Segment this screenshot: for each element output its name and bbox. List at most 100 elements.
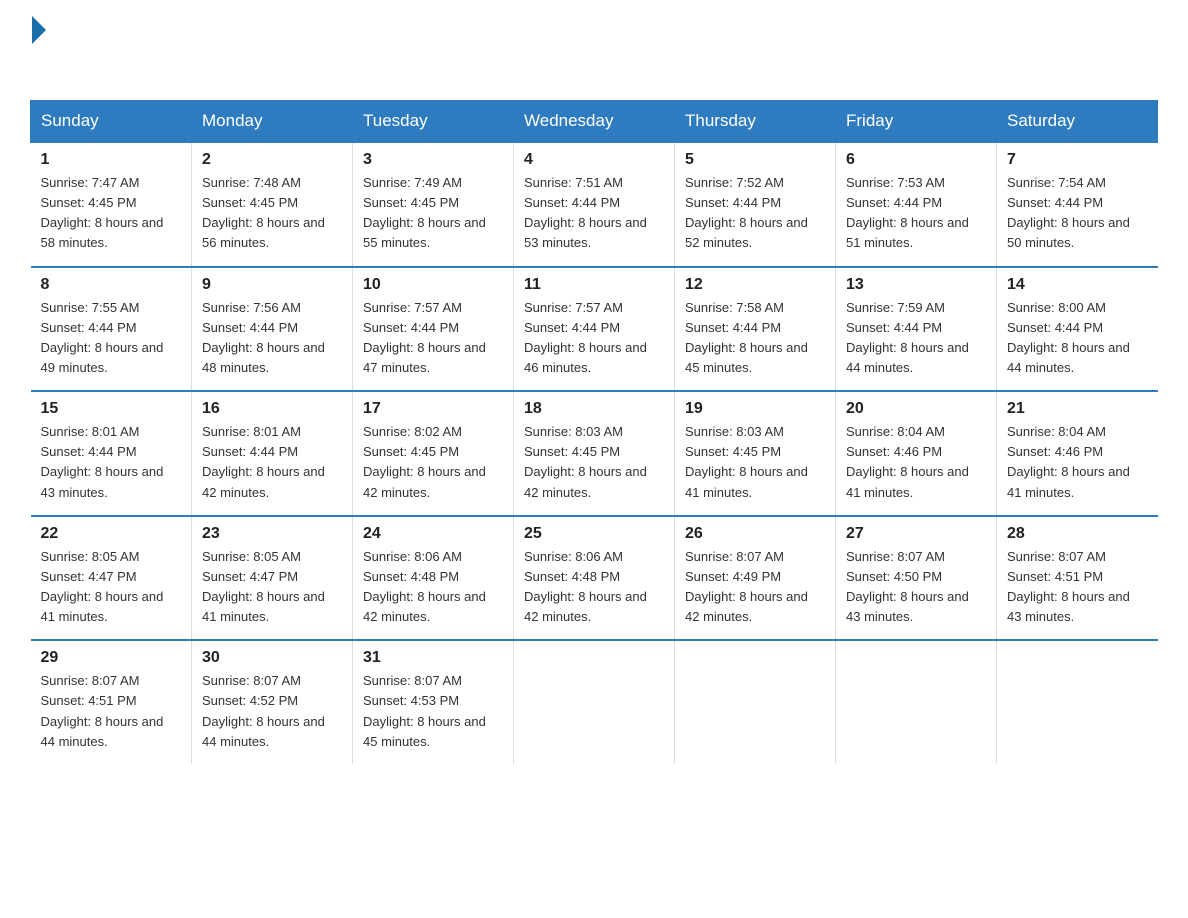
- day-info: Sunrise: 8:02 AMSunset: 4:45 PMDaylight:…: [363, 422, 503, 503]
- day-cell: 27 Sunrise: 8:07 AMSunset: 4:50 PMDaylig…: [836, 516, 997, 641]
- day-number: 9: [202, 276, 342, 294]
- day-cell: 20 Sunrise: 8:04 AMSunset: 4:46 PMDaylig…: [836, 391, 997, 516]
- day-number: 28: [1007, 525, 1148, 543]
- day-cell: 19 Sunrise: 8:03 AMSunset: 4:45 PMDaylig…: [675, 391, 836, 516]
- header-cell-monday: Monday: [192, 101, 353, 143]
- day-info: Sunrise: 8:07 AMSunset: 4:51 PMDaylight:…: [41, 671, 182, 752]
- week-row-2: 8 Sunrise: 7:55 AMSunset: 4:44 PMDayligh…: [31, 267, 1158, 392]
- header-cell-friday: Friday: [836, 101, 997, 143]
- day-info: Sunrise: 7:53 AMSunset: 4:44 PMDaylight:…: [846, 173, 986, 254]
- day-cell: [836, 640, 997, 764]
- day-number: 1: [41, 151, 182, 169]
- day-cell: 25 Sunrise: 8:06 AMSunset: 4:48 PMDaylig…: [514, 516, 675, 641]
- day-info: Sunrise: 7:58 AMSunset: 4:44 PMDaylight:…: [685, 298, 825, 379]
- day-number: 21: [1007, 400, 1148, 418]
- day-info: Sunrise: 8:07 AMSunset: 4:50 PMDaylight:…: [846, 547, 986, 628]
- day-cell: 2 Sunrise: 7:48 AMSunset: 4:45 PMDayligh…: [192, 142, 353, 267]
- day-info: Sunrise: 7:47 AMSunset: 4:45 PMDaylight:…: [41, 173, 182, 254]
- day-number: 26: [685, 525, 825, 543]
- day-info: Sunrise: 8:07 AMSunset: 4:53 PMDaylight:…: [363, 671, 503, 752]
- week-row-3: 15 Sunrise: 8:01 AMSunset: 4:44 PMDaylig…: [31, 391, 1158, 516]
- day-info: Sunrise: 8:07 AMSunset: 4:52 PMDaylight:…: [202, 671, 342, 752]
- day-info: Sunrise: 7:51 AMSunset: 4:44 PMDaylight:…: [524, 173, 664, 254]
- day-cell: 14 Sunrise: 8:00 AMSunset: 4:44 PMDaylig…: [997, 267, 1158, 392]
- day-number: 30: [202, 649, 342, 667]
- header-cell-wednesday: Wednesday: [514, 101, 675, 143]
- day-number: 8: [41, 276, 182, 294]
- day-info: Sunrise: 7:57 AMSunset: 4:44 PMDaylight:…: [524, 298, 664, 379]
- day-number: 19: [685, 400, 825, 418]
- day-number: 18: [524, 400, 664, 418]
- day-number: 7: [1007, 151, 1148, 169]
- page-header: [30, 20, 1158, 80]
- day-cell: 28 Sunrise: 8:07 AMSunset: 4:51 PMDaylig…: [997, 516, 1158, 641]
- day-info: Sunrise: 8:03 AMSunset: 4:45 PMDaylight:…: [524, 422, 664, 503]
- day-info: Sunrise: 7:52 AMSunset: 4:44 PMDaylight:…: [685, 173, 825, 254]
- day-cell: 6 Sunrise: 7:53 AMSunset: 4:44 PMDayligh…: [836, 142, 997, 267]
- day-info: Sunrise: 8:06 AMSunset: 4:48 PMDaylight:…: [524, 547, 664, 628]
- week-row-5: 29 Sunrise: 8:07 AMSunset: 4:51 PMDaylig…: [31, 640, 1158, 764]
- day-cell: 31 Sunrise: 8:07 AMSunset: 4:53 PMDaylig…: [353, 640, 514, 764]
- header-cell-saturday: Saturday: [997, 101, 1158, 143]
- day-cell: 10 Sunrise: 7:57 AMSunset: 4:44 PMDaylig…: [353, 267, 514, 392]
- day-info: Sunrise: 8:06 AMSunset: 4:48 PMDaylight:…: [363, 547, 503, 628]
- day-cell: 24 Sunrise: 8:06 AMSunset: 4:48 PMDaylig…: [353, 516, 514, 641]
- day-number: 2: [202, 151, 342, 169]
- day-info: Sunrise: 8:04 AMSunset: 4:46 PMDaylight:…: [846, 422, 986, 503]
- day-number: 10: [363, 276, 503, 294]
- day-info: Sunrise: 7:48 AMSunset: 4:45 PMDaylight:…: [202, 173, 342, 254]
- day-number: 27: [846, 525, 986, 543]
- day-number: 31: [363, 649, 503, 667]
- day-cell: 4 Sunrise: 7:51 AMSunset: 4:44 PMDayligh…: [514, 142, 675, 267]
- day-cell: 23 Sunrise: 8:05 AMSunset: 4:47 PMDaylig…: [192, 516, 353, 641]
- day-info: Sunrise: 7:59 AMSunset: 4:44 PMDaylight:…: [846, 298, 986, 379]
- day-cell: [675, 640, 836, 764]
- day-number: 17: [363, 400, 503, 418]
- day-info: Sunrise: 7:57 AMSunset: 4:44 PMDaylight:…: [363, 298, 503, 379]
- header-cell-sunday: Sunday: [31, 101, 192, 143]
- day-cell: [997, 640, 1158, 764]
- week-row-1: 1 Sunrise: 7:47 AMSunset: 4:45 PMDayligh…: [31, 142, 1158, 267]
- day-info: Sunrise: 8:01 AMSunset: 4:44 PMDaylight:…: [41, 422, 182, 503]
- day-info: Sunrise: 7:56 AMSunset: 4:44 PMDaylight:…: [202, 298, 342, 379]
- logo-arrow-icon: [32, 16, 46, 44]
- day-cell: 8 Sunrise: 7:55 AMSunset: 4:44 PMDayligh…: [31, 267, 192, 392]
- day-number: 14: [1007, 276, 1148, 294]
- day-number: 20: [846, 400, 986, 418]
- day-cell: 5 Sunrise: 7:52 AMSunset: 4:44 PMDayligh…: [675, 142, 836, 267]
- day-info: Sunrise: 8:05 AMSunset: 4:47 PMDaylight:…: [41, 547, 182, 628]
- day-number: 16: [202, 400, 342, 418]
- day-cell: [514, 640, 675, 764]
- day-info: Sunrise: 8:00 AMSunset: 4:44 PMDaylight:…: [1007, 298, 1148, 379]
- day-info: Sunrise: 7:49 AMSunset: 4:45 PMDaylight:…: [363, 173, 503, 254]
- day-cell: 3 Sunrise: 7:49 AMSunset: 4:45 PMDayligh…: [353, 142, 514, 267]
- calendar-table: SundayMondayTuesdayWednesdayThursdayFrid…: [30, 100, 1158, 764]
- header-cell-tuesday: Tuesday: [353, 101, 514, 143]
- day-cell: 9 Sunrise: 7:56 AMSunset: 4:44 PMDayligh…: [192, 267, 353, 392]
- day-info: Sunrise: 8:03 AMSunset: 4:45 PMDaylight:…: [685, 422, 825, 503]
- day-cell: 18 Sunrise: 8:03 AMSunset: 4:45 PMDaylig…: [514, 391, 675, 516]
- day-number: 3: [363, 151, 503, 169]
- day-cell: 30 Sunrise: 8:07 AMSunset: 4:52 PMDaylig…: [192, 640, 353, 764]
- day-cell: 15 Sunrise: 8:01 AMSunset: 4:44 PMDaylig…: [31, 391, 192, 516]
- day-cell: 26 Sunrise: 8:07 AMSunset: 4:49 PMDaylig…: [675, 516, 836, 641]
- day-number: 29: [41, 649, 182, 667]
- day-number: 15: [41, 400, 182, 418]
- calendar-header-row: SundayMondayTuesdayWednesdayThursdayFrid…: [31, 101, 1158, 143]
- day-info: Sunrise: 8:04 AMSunset: 4:46 PMDaylight:…: [1007, 422, 1148, 503]
- day-cell: 1 Sunrise: 7:47 AMSunset: 4:45 PMDayligh…: [31, 142, 192, 267]
- header-cell-thursday: Thursday: [675, 101, 836, 143]
- day-number: 5: [685, 151, 825, 169]
- day-cell: 11 Sunrise: 7:57 AMSunset: 4:44 PMDaylig…: [514, 267, 675, 392]
- day-info: Sunrise: 7:54 AMSunset: 4:44 PMDaylight:…: [1007, 173, 1148, 254]
- day-number: 11: [524, 276, 664, 294]
- day-number: 24: [363, 525, 503, 543]
- day-cell: 17 Sunrise: 8:02 AMSunset: 4:45 PMDaylig…: [353, 391, 514, 516]
- day-number: 25: [524, 525, 664, 543]
- day-cell: 7 Sunrise: 7:54 AMSunset: 4:44 PMDayligh…: [997, 142, 1158, 267]
- day-cell: 22 Sunrise: 8:05 AMSunset: 4:47 PMDaylig…: [31, 516, 192, 641]
- day-number: 6: [846, 151, 986, 169]
- day-cell: 12 Sunrise: 7:58 AMSunset: 4:44 PMDaylig…: [675, 267, 836, 392]
- week-row-4: 22 Sunrise: 8:05 AMSunset: 4:47 PMDaylig…: [31, 516, 1158, 641]
- day-cell: 29 Sunrise: 8:07 AMSunset: 4:51 PMDaylig…: [31, 640, 192, 764]
